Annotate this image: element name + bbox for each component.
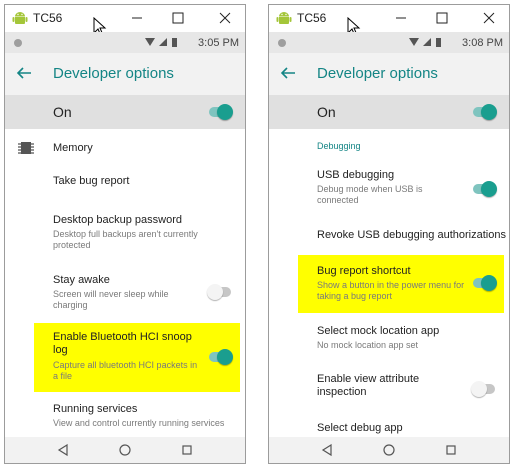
nav-recents-icon[interactable] bbox=[445, 443, 457, 457]
status-time: 3:08 PM bbox=[462, 37, 503, 49]
setting-stay-awake[interactable]: Stay awake Screen will never sleep while… bbox=[5, 261, 245, 317]
setting-memory[interactable]: Memory bbox=[5, 129, 245, 165]
master-switch-label: On bbox=[53, 104, 72, 120]
signal-icon bbox=[159, 38, 167, 46]
stay-awake-toggle[interactable] bbox=[207, 284, 233, 300]
setting-title: Select debug app bbox=[317, 422, 403, 434]
bluetooth-hci-toggle[interactable] bbox=[207, 349, 233, 365]
maximize-button[interactable] bbox=[168, 9, 188, 27]
navigation-bar bbox=[269, 437, 509, 463]
setting-title: Take bug report bbox=[53, 175, 130, 187]
setting-subtitle: Show a button in the power menu for taki… bbox=[317, 280, 465, 301]
status-bar: 3:05 PM bbox=[5, 32, 245, 53]
view-attribute-toggle[interactable] bbox=[471, 381, 497, 397]
master-switch-row[interactable]: On bbox=[269, 95, 509, 129]
setting-subtitle: View and control currently running servi… bbox=[53, 418, 225, 428]
setting-title: Running services bbox=[53, 403, 138, 415]
notification-icon bbox=[14, 39, 22, 47]
setting-revoke-usb-authorizations[interactable]: Revoke USB debugging authorizations bbox=[269, 219, 509, 255]
left-window: TC56 3:05 PM Developer options On Memory… bbox=[4, 4, 246, 464]
wifi-icon bbox=[145, 38, 155, 46]
title-bar: TC56 bbox=[269, 5, 509, 37]
setting-bug-report-shortcut[interactable]: Bug report shortcut Show a button in the… bbox=[269, 255, 509, 313]
nav-home-icon[interactable] bbox=[118, 443, 132, 457]
setting-title: Select mock location app bbox=[317, 325, 440, 337]
status-time: 3:05 PM bbox=[198, 37, 239, 49]
nav-back-icon[interactable] bbox=[321, 443, 333, 457]
setting-subtitle: Screen will never sleep while charging bbox=[53, 289, 169, 310]
setting-running-services[interactable]: Running services View and control curren… bbox=[5, 399, 245, 437]
usb-debugging-toggle[interactable] bbox=[471, 181, 497, 197]
setting-title: Memory bbox=[53, 142, 93, 154]
bug-report-shortcut-toggle[interactable] bbox=[471, 275, 497, 291]
signal-icon bbox=[423, 38, 431, 46]
notification-icon bbox=[278, 39, 286, 47]
setting-title: Enable view attribute inspection bbox=[317, 373, 420, 398]
section-header-debugging: Debugging bbox=[317, 141, 361, 151]
master-toggle[interactable] bbox=[207, 104, 233, 120]
nav-back-icon[interactable] bbox=[57, 443, 69, 457]
setting-desktop-backup-password[interactable]: Desktop backup password Desktop full bac… bbox=[5, 201, 245, 261]
setting-bluetooth-hci-snoop-log[interactable]: Enable Bluetooth HCI snoop log Capture a… bbox=[5, 323, 245, 393]
wifi-icon bbox=[409, 38, 419, 46]
status-icons bbox=[409, 38, 441, 47]
setting-select-mock-location-app[interactable]: Select mock location app No mock locatio… bbox=[269, 319, 509, 363]
setting-subtitle: Capture all bluetooth HCI packets in a f… bbox=[53, 360, 198, 381]
page-title: Developer options bbox=[53, 65, 174, 82]
setting-title: Bug report shortcut bbox=[317, 265, 411, 277]
right-window: TC56 3:08 PM Developer options On Debugg… bbox=[268, 4, 510, 464]
battery-icon bbox=[436, 38, 441, 47]
setting-title: Desktop backup password bbox=[53, 214, 183, 226]
app-bar: Developer options bbox=[5, 53, 245, 95]
minimize-button[interactable] bbox=[391, 9, 411, 27]
page-title: Developer options bbox=[317, 65, 438, 82]
back-arrow-icon[interactable] bbox=[279, 65, 297, 81]
setting-view-attribute-inspection[interactable]: Enable view attribute inspection bbox=[269, 367, 509, 411]
nav-recents-icon[interactable] bbox=[181, 443, 193, 457]
setting-title: Enable Bluetooth HCI snoop log bbox=[53, 331, 192, 356]
setting-title: USB debugging bbox=[317, 169, 395, 181]
setting-subtitle: No mock location app set bbox=[317, 340, 419, 350]
setting-take-bug-report[interactable]: Take bug report bbox=[5, 165, 245, 201]
nav-home-icon[interactable] bbox=[382, 443, 396, 457]
battery-icon bbox=[172, 38, 177, 47]
maximize-button[interactable] bbox=[432, 9, 452, 27]
setting-title: Revoke USB debugging authorizations bbox=[317, 229, 506, 241]
status-bar: 3:08 PM bbox=[269, 32, 509, 53]
setting-title: Stay awake bbox=[53, 274, 110, 286]
back-arrow-icon[interactable] bbox=[15, 65, 33, 81]
setting-select-debug-app[interactable]: Select debug app bbox=[269, 415, 509, 437]
android-icon bbox=[12, 12, 28, 24]
android-icon bbox=[276, 12, 292, 24]
window-title: TC56 bbox=[297, 11, 327, 25]
master-switch-row[interactable]: On bbox=[5, 95, 245, 129]
app-bar: Developer options bbox=[269, 53, 509, 95]
window-title: TC56 bbox=[33, 11, 63, 25]
navigation-bar bbox=[5, 437, 245, 463]
setting-subtitle: Desktop full backups aren't currently pr… bbox=[53, 229, 198, 250]
close-button[interactable] bbox=[215, 9, 235, 27]
master-toggle[interactable] bbox=[471, 104, 497, 120]
master-switch-label: On bbox=[317, 104, 336, 120]
setting-usb-debugging[interactable]: USB debugging Debug mode when USB is con… bbox=[269, 161, 509, 215]
minimize-button[interactable] bbox=[127, 9, 147, 27]
title-bar: TC56 bbox=[5, 5, 245, 37]
status-icons bbox=[145, 38, 177, 47]
setting-subtitle: Debug mode when USB is connected bbox=[317, 184, 423, 205]
close-button[interactable] bbox=[479, 9, 499, 27]
